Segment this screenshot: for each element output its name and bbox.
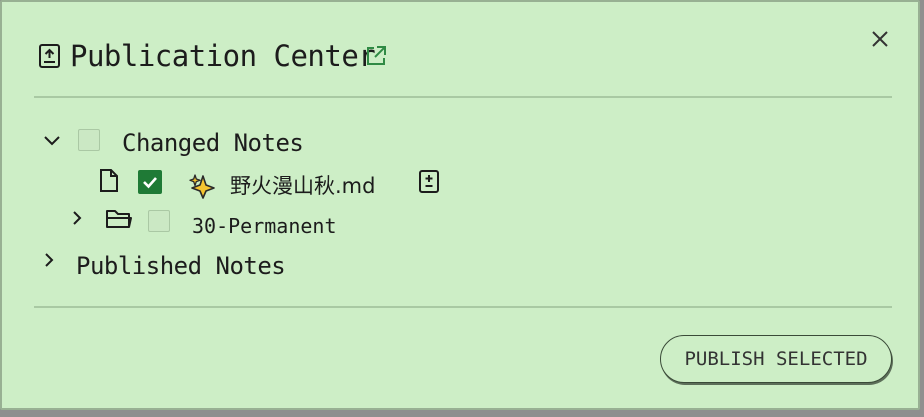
diff-file-icon[interactable] — [418, 169, 440, 195]
header-divider — [34, 96, 892, 98]
chevron-down-icon[interactable] — [42, 133, 62, 149]
published-notes-label[interactable]: Published Notes — [76, 251, 286, 281]
file-icon — [100, 169, 118, 192]
publish-selected-button[interactable]: PUBLISH SELECTED — [660, 335, 892, 383]
upload-file-icon — [39, 44, 60, 68]
sparkles-icon — [189, 174, 215, 199]
publication-center-modal: Publication Center Changed Notes 野火漫山秋.m… — [0, 0, 920, 410]
checkmark-icon — [143, 177, 157, 189]
footer-divider — [34, 306, 892, 308]
chevron-right-icon[interactable] — [70, 209, 84, 227]
close-icon[interactable] — [870, 29, 890, 49]
folder-icon — [106, 210, 132, 228]
chevron-right-icon[interactable] — [42, 251, 56, 269]
file-name[interactable]: 野火漫山秋.md — [230, 171, 375, 201]
file-checkbox[interactable] — [138, 170, 162, 194]
folder-checkbox[interactable] — [148, 210, 170, 232]
folder-name[interactable]: 30-Permanent — [192, 211, 337, 241]
changed-notes-label[interactable]: Changed Notes — [122, 128, 304, 158]
changed-notes-checkbox[interactable] — [78, 129, 100, 151]
modal-title: Publication Center — [70, 39, 376, 73]
external-link-icon[interactable] — [364, 44, 388, 68]
